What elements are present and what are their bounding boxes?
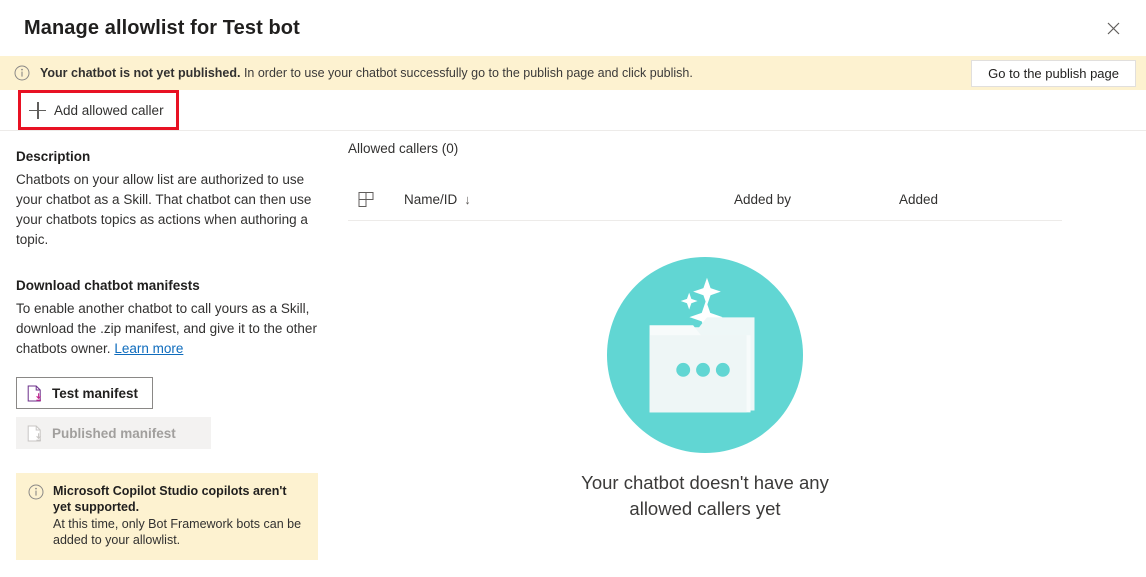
folder-sparkle-illustration	[606, 256, 804, 454]
test-manifest-label: Test manifest	[52, 385, 139, 401]
banner-message-bold: Your chatbot is not yet published.	[40, 66, 241, 80]
banner-message: Your chatbot is not yet published. In or…	[40, 66, 693, 80]
add-allowed-caller-button[interactable]: Add allowed caller	[21, 93, 176, 127]
unsupported-warning-box: Microsoft Copilot Studio copilots aren't…	[16, 473, 318, 560]
info-icon	[28, 484, 44, 500]
empty-state: Your chatbot doesn't have any allowed ca…	[340, 256, 1070, 522]
description-body: Chatbots on your allow list are authoriz…	[16, 172, 312, 247]
test-manifest-button[interactable]: Test manifest	[16, 377, 154, 409]
download-manifests-body: To enable another chatbot to call yours …	[16, 299, 324, 359]
allowed-callers-title: Allowed callers (0)	[348, 141, 459, 156]
description-heading: Description	[16, 149, 91, 164]
download-manifests-heading: Download chatbot manifests	[16, 278, 200, 293]
select-all-column[interactable]	[348, 191, 404, 209]
allowed-callers-panel: Allowed callers (0) Name/ID ↓ Added by A…	[340, 131, 1146, 577]
plus-icon	[29, 101, 46, 119]
info-icon	[14, 65, 30, 81]
command-bar: Add allowed caller	[0, 90, 1146, 131]
published-manifest-label: Published manifest	[52, 425, 176, 441]
banner-message-rest: In order to use your chatbot successfull…	[240, 66, 693, 80]
column-header-name-id-label: Name/ID	[404, 192, 458, 207]
unsupported-warning-text: Microsoft Copilot Studio copilots aren't…	[53, 483, 306, 548]
published-manifest-button: Published manifest	[16, 417, 211, 449]
left-info-panel: Description Chatbots on your allow list …	[0, 131, 340, 577]
add-allowed-caller-highlight: Add allowed caller	[18, 90, 179, 130]
sort-descending-icon: ↓	[464, 192, 471, 207]
add-allowed-caller-label: Add allowed caller	[54, 102, 164, 118]
panel-spacer-2	[16, 359, 324, 377]
close-icon[interactable]	[1090, 8, 1136, 48]
document-download-icon	[27, 425, 41, 441]
allowed-callers-table-header: Name/ID ↓ Added by Added	[348, 179, 1062, 221]
grid-layout-icon	[358, 191, 374, 207]
go-to-publish-page-button[interactable]: Go to the publish page	[971, 59, 1136, 87]
unsupported-warning-title: Microsoft Copilot Studio copilots aren't…	[53, 484, 287, 514]
button-gap	[16, 409, 324, 417]
column-header-added-by[interactable]: Added by	[734, 192, 899, 207]
column-header-name-id[interactable]: Name/ID ↓	[404, 192, 734, 207]
dialog-titlebar: Manage allowlist for Test bot	[0, 0, 1146, 56]
unsupported-warning-body: At this time, only Bot Framework bots ca…	[53, 517, 302, 547]
close-glyph	[1107, 22, 1119, 34]
page-title: Manage allowlist for Test bot	[24, 16, 300, 39]
panel-spacer	[16, 250, 324, 272]
column-header-added[interactable]: Added	[899, 192, 1059, 207]
learn-more-link[interactable]: Learn more	[114, 341, 183, 356]
publish-warning-banner: Your chatbot is not yet published. In or…	[0, 56, 1146, 90]
document-download-icon	[27, 385, 41, 401]
empty-state-message: Your chatbot doesn't have any allowed ca…	[581, 472, 829, 519]
